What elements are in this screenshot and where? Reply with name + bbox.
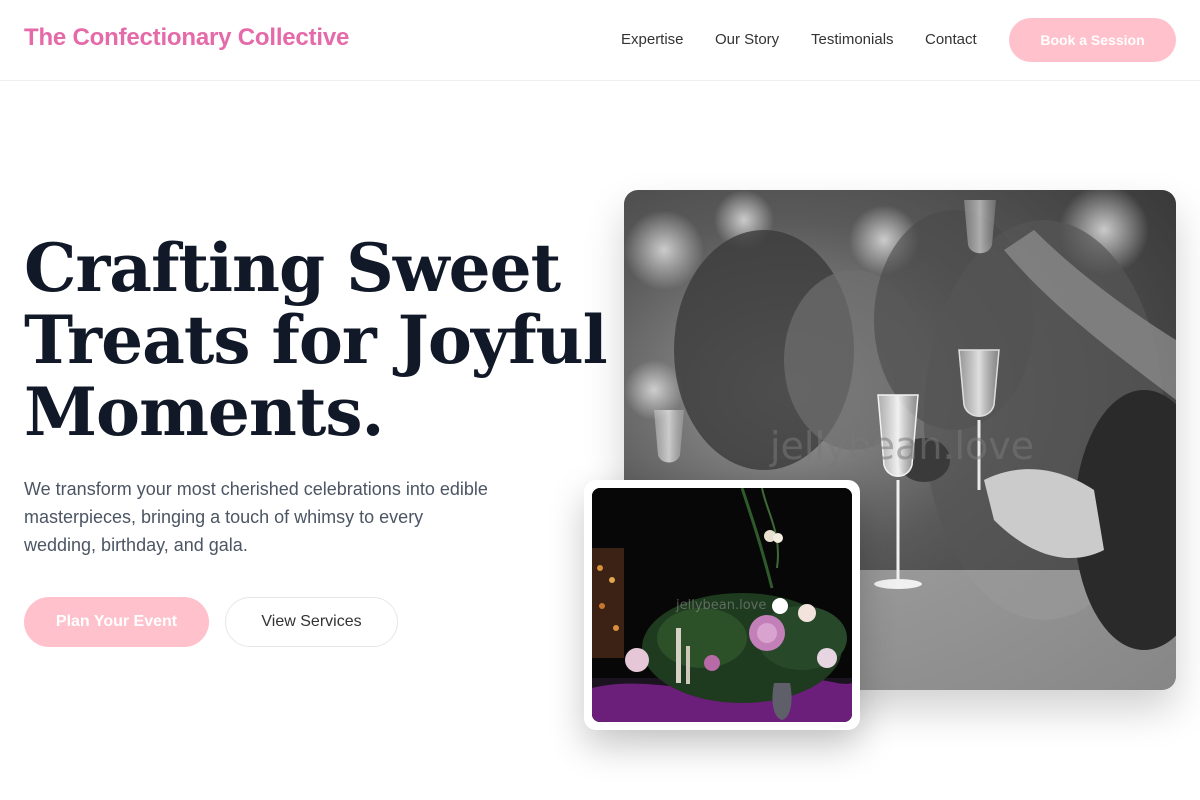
view-services-button[interactable]: View Services bbox=[225, 597, 398, 647]
main-photo-watermark: jellybean.love bbox=[770, 424, 1035, 468]
book-session-button[interactable]: Book a Session bbox=[1009, 18, 1176, 62]
hero-title-line: Moments. bbox=[24, 373, 385, 451]
hero-title: Crafting Sweet Treats for Joyful Moments… bbox=[24, 229, 608, 451]
nav-link-testimonials[interactable]: Testimonials bbox=[811, 31, 894, 48]
inset-photo-watermark: jellybean.love bbox=[676, 598, 767, 613]
nav-link-expertise[interactable]: Expertise bbox=[621, 31, 684, 48]
hero-description: We transform your most cherished celebra… bbox=[24, 475, 544, 559]
hero-title-line: Crafting Sweet bbox=[24, 229, 561, 307]
site-header: The Confectionary Collective Expertise O… bbox=[0, 0, 1200, 81]
hero-description-line: We transform your most cherished celebra… bbox=[24, 479, 488, 499]
hero-title-line: Treats for Joyful bbox=[24, 301, 608, 379]
plan-event-button[interactable]: Plan Your Event bbox=[24, 597, 209, 647]
hero-description-line: masterpieces, bringing a touch of whimsy… bbox=[24, 507, 424, 527]
hero-description-line: wedding, birthday, and gala. bbox=[24, 535, 248, 555]
nav-link-our-story[interactable]: Our Story bbox=[715, 31, 779, 48]
nav-link-contact[interactable]: Contact bbox=[925, 31, 977, 48]
